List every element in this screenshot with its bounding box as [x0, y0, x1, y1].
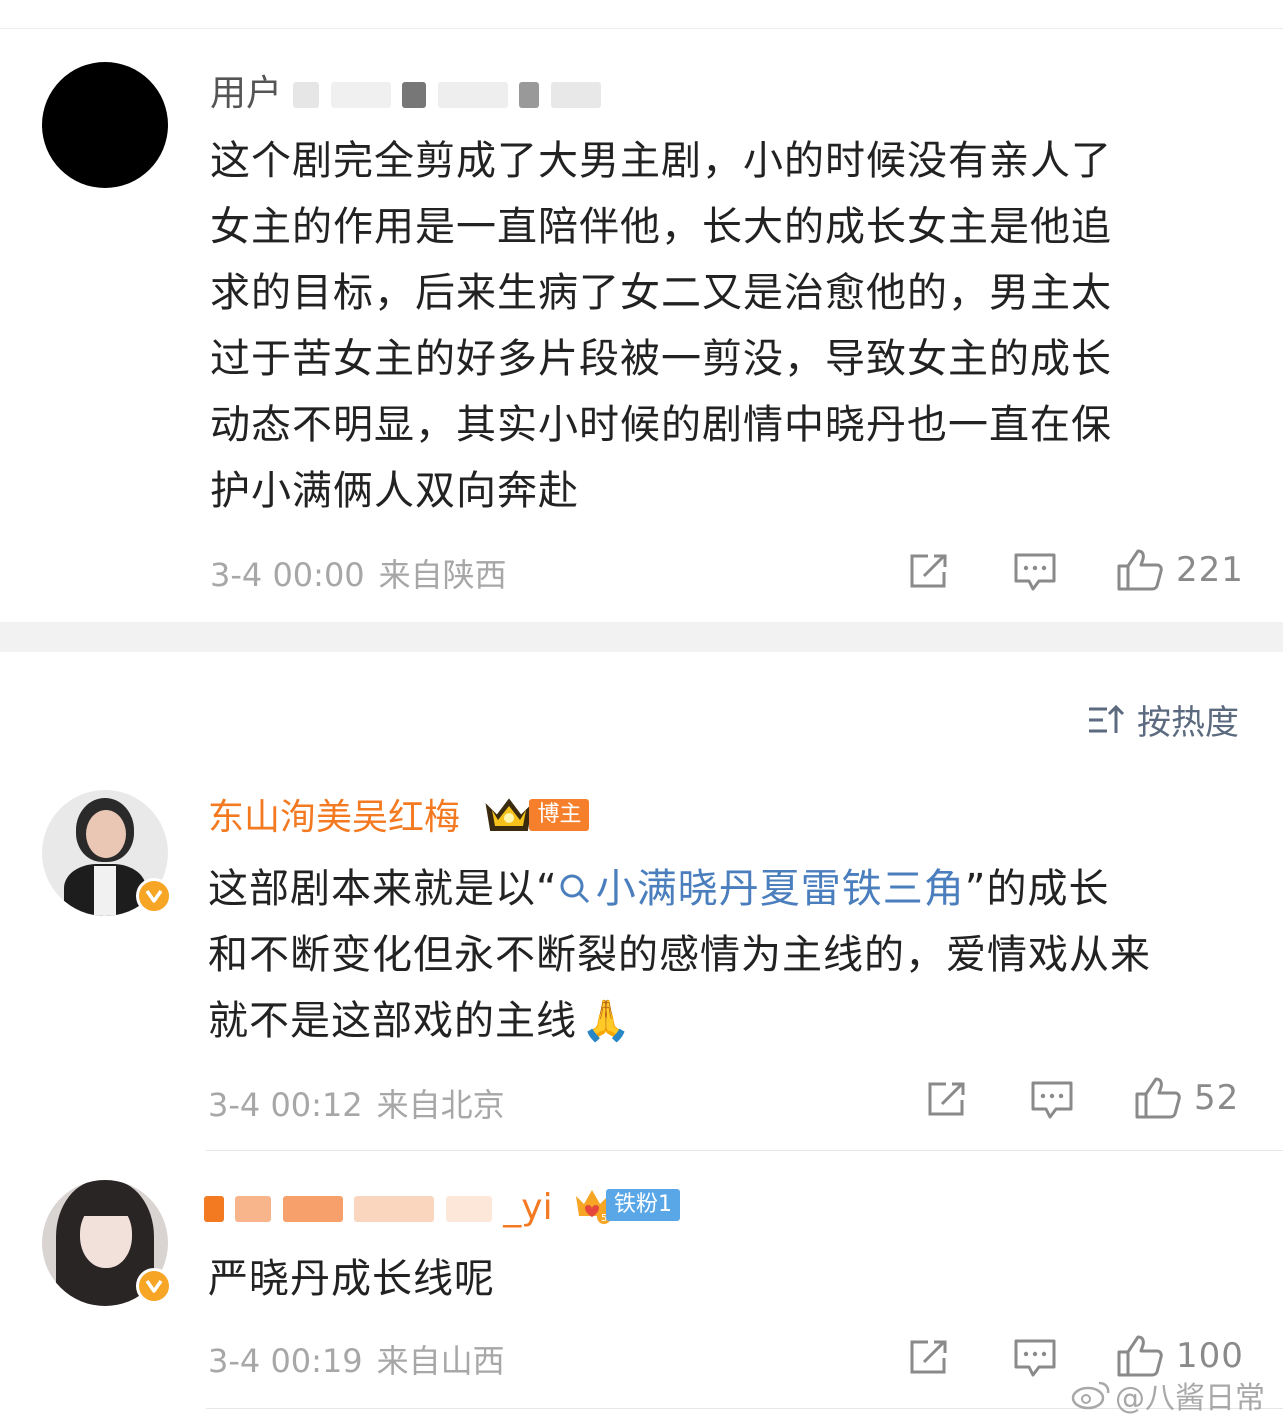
redacted-name [282, 1196, 343, 1222]
sort-toggle[interactable]: 按热度 [1087, 695, 1239, 744]
redacted-name [519, 82, 540, 108]
crown-icon [485, 798, 533, 831]
pray-emoji: 🙏 [581, 998, 632, 1044]
weibo-logo-icon [1071, 1381, 1110, 1410]
comment-meta: 3-4 00:12 来自北京 [208, 1080, 505, 1126]
share-button[interactable] [926, 1080, 968, 1118]
redacted-name [293, 82, 320, 108]
divider [206, 1150, 1283, 1151]
comment-icon [1014, 1339, 1056, 1377]
comment-icon [1031, 1081, 1073, 1119]
avatar[interactable] [42, 1180, 172, 1306]
comment-text: 这部剧本来就是以“ 小满晓丹夏雷铁三角”的成长 和不断变化但永不断裂的感情为主线的… [208, 866, 1151, 1044]
reply-button[interactable] [1013, 552, 1057, 592]
avatar[interactable] [42, 62, 168, 188]
section-divider [0, 622, 1283, 652]
redacted-name [550, 82, 601, 108]
comment-meta: 3-4 00:00 来自陕西 [210, 550, 507, 596]
verified-icon [136, 878, 172, 914]
like-count: 221 [1176, 550, 1244, 590]
like-button[interactable]: 52 [1134, 1076, 1239, 1120]
like-icon [1135, 1077, 1181, 1119]
like-icon [1117, 549, 1163, 591]
watermark: @八酱日常 [1071, 1373, 1265, 1417]
like-icon [1117, 1335, 1163, 1377]
timestamp: 3-4 00:00 [210, 556, 365, 594]
top-divider [0, 28, 1283, 29]
redacted-name [437, 82, 508, 108]
timestamp: 3-4 00:12 [208, 1086, 363, 1124]
share-icon [928, 1082, 965, 1116]
comment-text: 严晓丹成长线呢 [208, 1256, 495, 1302]
location: 来自北京 [376, 1086, 505, 1124]
share-button[interactable] [908, 1338, 950, 1376]
sort-icon [1089, 704, 1125, 733]
comment-meta: 3-4 00:19 来自山西 [208, 1336, 505, 1382]
sort-label: 按热度 [1137, 703, 1239, 743]
share-icon [910, 1340, 947, 1374]
reply-button[interactable] [1013, 1338, 1057, 1378]
location: 来自山西 [376, 1342, 505, 1380]
reply-button[interactable] [1030, 1080, 1074, 1120]
redacted-name [402, 82, 427, 108]
username[interactable]: 东山洵美吴红梅 博主 [208, 796, 590, 840]
redacted-name [235, 1196, 272, 1222]
host-badge: 博主 [483, 796, 590, 834]
share-button[interactable] [908, 552, 950, 590]
location: 来自陕西 [378, 556, 507, 594]
redacted-name [354, 1196, 435, 1222]
like-button[interactable]: 221 [1116, 548, 1244, 592]
redacted-name [445, 1196, 492, 1222]
comment-text: 这个剧完全剪成了大男主剧，小的时候没有亲人了 女主的作用是一直陪伴他，长大的成长… [210, 138, 1112, 514]
redacted-name [330, 82, 391, 108]
timestamp: 3-4 00:19 [208, 1342, 363, 1380]
share-icon [910, 554, 947, 588]
topic-link[interactable]: 小满晓丹夏雷铁三角 [558, 866, 965, 912]
username[interactable]: 用户 [210, 72, 601, 116]
search-icon [560, 874, 589, 904]
like-count: 52 [1194, 1078, 1240, 1118]
comment-icon [1014, 553, 1056, 591]
verified-icon [136, 1268, 172, 1304]
username[interactable]: _yi 5 铁粉1 [204, 1186, 681, 1230]
like-count: 100 [1176, 1336, 1244, 1376]
fan-badge: 5 铁粉1 [572, 1186, 681, 1224]
avatar[interactable] [42, 790, 172, 916]
redacted-name [204, 1196, 224, 1222]
like-button[interactable]: 100 [1116, 1334, 1244, 1378]
